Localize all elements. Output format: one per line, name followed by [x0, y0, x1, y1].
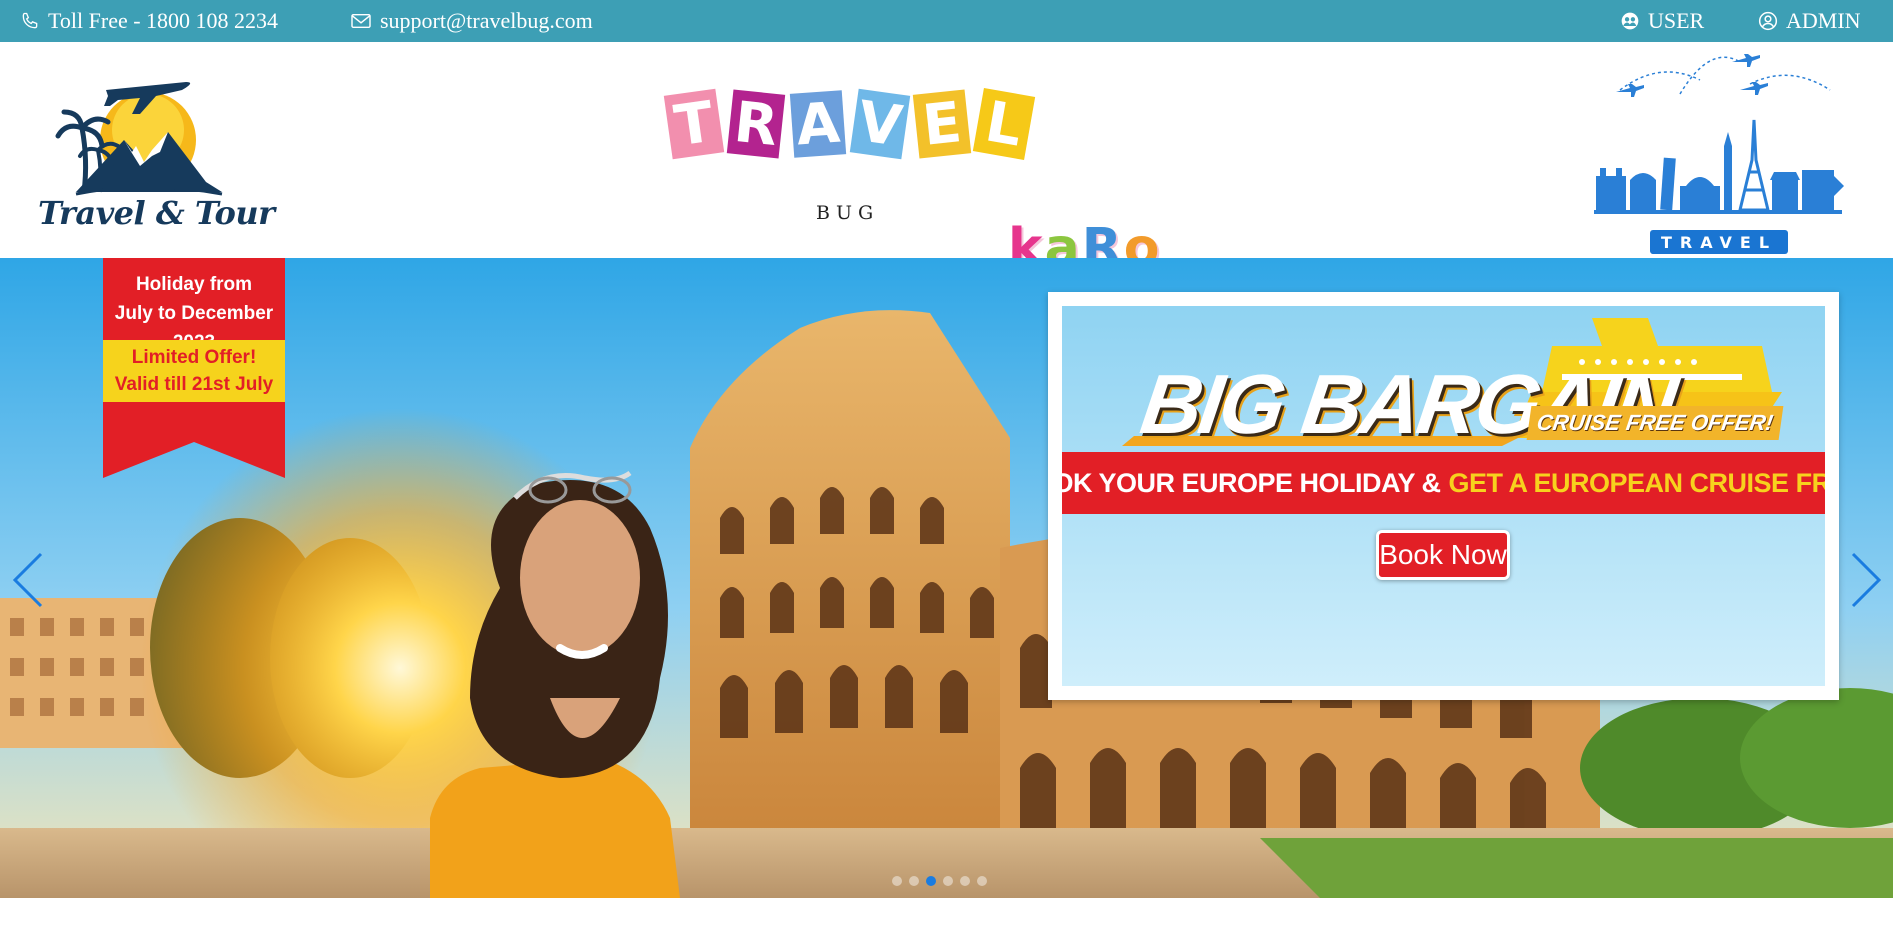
slider-next-button[interactable]	[1846, 550, 1886, 610]
ribbon-line-4: Valid till 21st July	[114, 374, 274, 395]
ribbon-line-3: Limited Offer!	[131, 347, 257, 368]
hero-slider: Holiday from July to December 2023 Limit…	[0, 258, 1893, 898]
offer-headline-tag: CRUISE FREE OFFER!	[1526, 406, 1784, 440]
brand-letter: L	[972, 87, 1036, 161]
book-now-button[interactable]: Book Now	[1376, 530, 1510, 580]
top-bar: Toll Free - 1800 108 2234 support@travel…	[0, 0, 1893, 42]
admin-login-link[interactable]: ADMIN	[1758, 0, 1861, 42]
right-logo-caption: TRAVEL	[1650, 230, 1788, 254]
slider-dot[interactable]	[926, 876, 936, 886]
slider-prev-button[interactable]	[8, 550, 48, 610]
ribbon-tail-shape	[103, 402, 285, 478]
brand-letter: V	[849, 88, 911, 160]
offer-card: BIG BARGAIN CRUISE FREE OFFER! BOOK YOUR…	[1048, 292, 1839, 700]
offer-strip-yellow-text: GET A EUROPEAN CRUISE FREE!	[1448, 467, 1825, 498]
slider-dot[interactable]	[892, 876, 902, 886]
chevron-right-icon	[1851, 552, 1882, 608]
support-email-link[interactable]: support@travelbug.com	[350, 0, 593, 42]
brand-letter: R	[726, 89, 786, 159]
site-header: Travel & Tour TRAVEL BUG kaRo TRAVEL	[0, 42, 1893, 278]
user-circle-icon	[1758, 11, 1778, 31]
slider-dot[interactable]	[909, 876, 919, 886]
brand-letter: E	[912, 89, 972, 159]
brand-letter: T	[663, 88, 725, 160]
left-logo-caption: Travel & Tour	[38, 194, 275, 232]
travel-skyline-logo[interactable]: TRAVEL	[1590, 50, 1850, 256]
support-email-text: support@travelbug.com	[380, 8, 593, 33]
travelbug-karo-brand-logo[interactable]: TRAVEL BUG kaRo	[663, 87, 1178, 282]
users-icon	[1620, 11, 1640, 31]
offer-strip-white-text: BOOK YOUR EUROPE HOLIDAY &	[1062, 467, 1441, 498]
slider-dot[interactable]	[943, 876, 953, 886]
holiday-offer-ribbon: Holiday from July to December 2023 Limit…	[103, 258, 285, 478]
user-label: USER	[1648, 8, 1705, 33]
admin-label: ADMIN	[1786, 8, 1861, 33]
slider-pagination	[892, 876, 987, 886]
chevron-left-icon	[12, 552, 43, 608]
toll-free-link[interactable]: Toll Free - 1800 108 2234	[20, 0, 278, 42]
envelope-icon	[350, 12, 372, 30]
slider-dot[interactable]	[960, 876, 970, 886]
brand-sub-text: BUG	[816, 202, 880, 224]
brand-letter: A	[789, 90, 847, 158]
phone-icon	[20, 11, 40, 31]
skyline-planes-logo-icon	[1594, 54, 1844, 214]
offer-strip: BOOK YOUR EUROPE HOLIDAY & GET A EUROPEA…	[1062, 452, 1825, 514]
ribbon-line-1: Holiday from	[135, 274, 253, 295]
travel-tour-logo[interactable]: Travel & Tour	[36, 70, 275, 240]
toll-free-text: Toll Free - 1800 108 2234	[48, 8, 279, 33]
tropical-island-logo-icon	[55, 82, 223, 196]
user-login-link[interactable]: USER	[1620, 0, 1704, 42]
slider-dot[interactable]	[977, 876, 987, 886]
